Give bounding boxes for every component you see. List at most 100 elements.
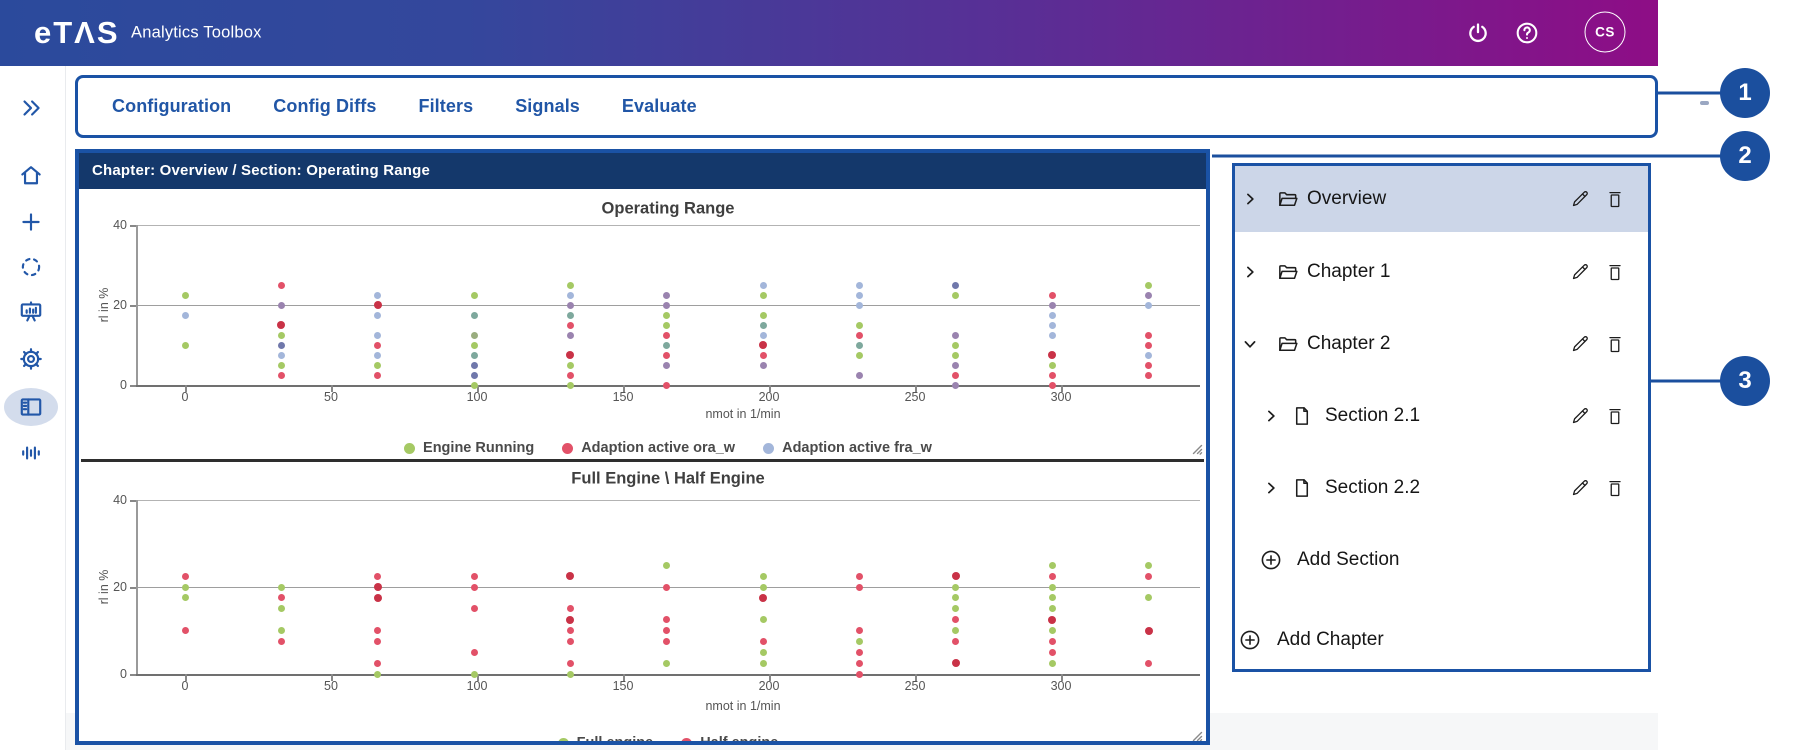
tree-row-overview[interactable]: Overview (1235, 166, 1648, 232)
scatter-point (856, 301, 864, 309)
chevron-right-icon[interactable] (1263, 408, 1280, 425)
scatter-point (374, 670, 382, 678)
chevron-right-icon[interactable] (1242, 191, 1259, 208)
scatter-point (663, 301, 671, 309)
gridline (136, 674, 1200, 676)
scatter-point (759, 616, 767, 624)
chevron-right-icon[interactable] (1263, 480, 1280, 497)
scatter-point (1048, 351, 1057, 359)
rail-item-spinner[interactable] (18, 254, 44, 280)
pencil-icon (1572, 336, 1588, 352)
tab-config-diffs[interactable]: Config Diffs (273, 96, 376, 117)
y-axis-line (136, 500, 138, 674)
tree-row-section-2-1[interactable]: Section 2.1 (1235, 383, 1648, 449)
x-tick-label: 250 (904, 390, 926, 404)
chevron-right-icon[interactable] (1242, 264, 1259, 281)
chapter-tree-panel: Overview Chapter 1 Chapter 2 Section 2.1 Sec… (1232, 163, 1651, 672)
legend-dot-icon (681, 737, 693, 741)
trash-icon (1609, 336, 1621, 353)
scatter-point (181, 291, 189, 299)
scatter-point (374, 331, 382, 339)
scatter-point (181, 341, 189, 349)
tab-configuration[interactable]: Configuration (112, 96, 231, 117)
help-icon[interactable] (1514, 20, 1540, 46)
rail-item-layout-sidebar[interactable] (4, 388, 58, 426)
scatter-point (374, 627, 382, 634)
scatter-point (277, 341, 285, 349)
power-icon[interactable] (1465, 20, 1491, 46)
x-tick-label: 150 (612, 679, 634, 693)
tree-row-chapter-1[interactable]: Chapter 1 (1235, 239, 1648, 305)
trash-icon[interactable] (1605, 478, 1626, 499)
pencil-icon[interactable] (1570, 262, 1591, 283)
scatter-point (566, 637, 574, 645)
scatter-point (759, 351, 767, 359)
scatter-point (951, 659, 960, 668)
scatter-point (1048, 361, 1056, 369)
folder-icon (1279, 265, 1298, 279)
rail-item-chevrons-right[interactable] (18, 95, 44, 121)
tree-row-add-chapter[interactable]: Add Chapter (1235, 607, 1648, 669)
scatter-point (470, 648, 478, 656)
scatter-point (663, 637, 671, 645)
scatter-point (759, 281, 767, 289)
y-axis-line (136, 225, 138, 385)
resize-handle[interactable] (1191, 730, 1203, 741)
scatter-point (181, 583, 189, 591)
x-tick-label: 100 (466, 390, 488, 404)
scatter-point (663, 361, 671, 369)
tree-row-chapter-2[interactable]: Chapter 2 (1235, 311, 1648, 377)
chart-legend: Full engine Half engine (136, 735, 1200, 741)
scatter-point (1145, 572, 1153, 580)
scatter-point (952, 616, 960, 624)
app-title: Analytics Toolbox (131, 23, 262, 42)
annotation-marker-1: 1 (1720, 68, 1770, 118)
rail-item-home[interactable] (18, 162, 44, 188)
add-icon (1261, 550, 1281, 570)
scatter-point (566, 627, 574, 634)
add-icon[interactable] (1259, 548, 1283, 572)
legend-item: Adaption active fra_w (763, 440, 932, 456)
avatar-initials: CS (1595, 24, 1615, 40)
scatter-point (277, 605, 285, 613)
tab-filters[interactable]: Filters (418, 96, 473, 117)
chevron-right-icon (1268, 410, 1275, 422)
scatter-point (952, 331, 960, 339)
pencil-icon[interactable] (1570, 334, 1591, 355)
scatter-point (663, 351, 671, 359)
rail-item-plus[interactable] (18, 209, 44, 235)
gear-icon (20, 348, 42, 370)
add-icon[interactable] (1238, 628, 1262, 652)
trash-icon[interactable] (1605, 189, 1626, 210)
avatar[interactable]: CS (1584, 11, 1626, 53)
tab-signals[interactable]: Signals (515, 96, 580, 117)
tree-row-section-2-2[interactable]: Section 2.2 (1235, 455, 1648, 521)
scatter-point (1048, 572, 1056, 580)
pencil-icon[interactable] (1570, 478, 1591, 499)
pencil-icon[interactable] (1570, 189, 1591, 210)
tree-row-add-section[interactable]: Add Section (1235, 527, 1648, 593)
trash-icon[interactable] (1605, 262, 1626, 283)
scatter-point (181, 627, 189, 634)
chevron-down-icon[interactable] (1242, 336, 1259, 353)
rail-item-waveform[interactable] (18, 440, 44, 466)
x-tick-label: 300 (1050, 390, 1072, 404)
tab-evaluate[interactable]: Evaluate (622, 96, 697, 117)
resize-handle[interactable] (1191, 443, 1203, 455)
rail-item-presentation-chart[interactable] (18, 299, 44, 325)
chevron-right-icon (1247, 266, 1254, 278)
chart-divider (81, 459, 1204, 462)
x-tick-label: 250 (904, 679, 926, 693)
scatter-point (566, 301, 574, 309)
trash-icon[interactable] (1605, 406, 1626, 427)
scatter-point (856, 321, 864, 329)
pencil-icon[interactable] (1570, 406, 1591, 427)
scatter-point (277, 627, 285, 634)
trash-icon[interactable] (1605, 334, 1626, 355)
scatter-point (663, 381, 671, 389)
scatter-point (1048, 301, 1056, 309)
scatter-point (1145, 351, 1153, 359)
scatter-point (181, 572, 189, 580)
rail-item-gear[interactable] (18, 346, 44, 372)
tree-item-label: Overview (1307, 188, 1387, 209)
